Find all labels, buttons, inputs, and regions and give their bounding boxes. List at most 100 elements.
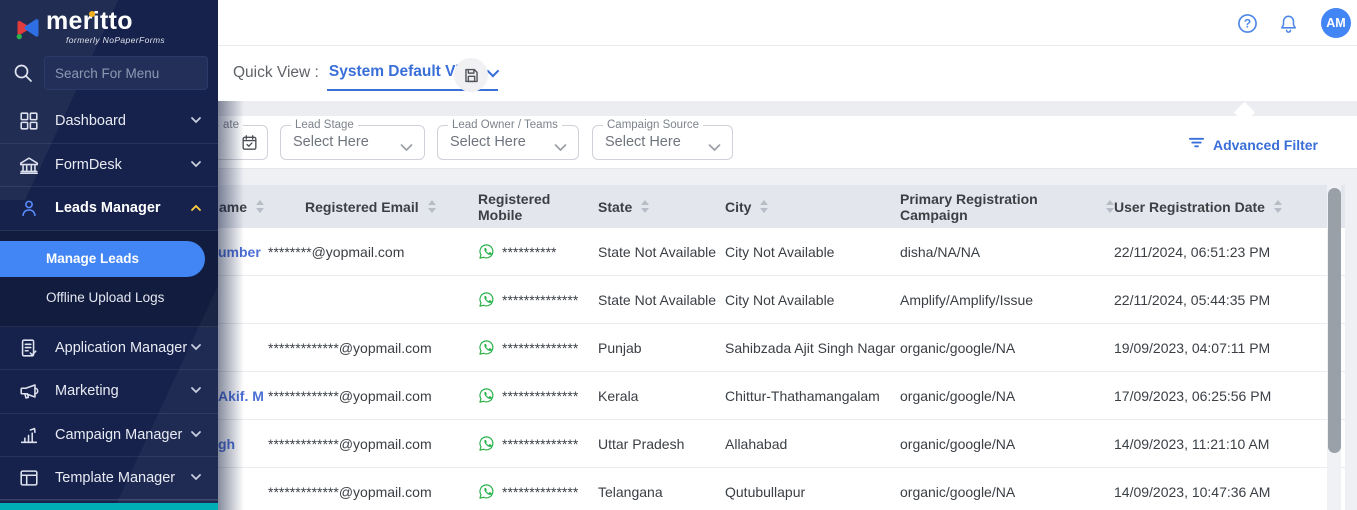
filter-value: Select Here [605,134,681,150]
column-label: Registered Email [305,199,419,215]
table-scrollbar[interactable] [1328,188,1341,453]
column-label: State [598,199,632,215]
sidebar-item-formdesk[interactable]: FormDesk [0,144,218,188]
column-label: City [725,199,751,215]
date-value: 22/11/2024, 06:51:23 PM [1114,244,1270,260]
svg-text:?: ? [1243,16,1250,30]
cell-state: Telangana [598,484,725,500]
sort-arrows-icon[interactable] [641,200,649,213]
state-value: State Not Available [598,292,716,308]
email-value: ********@yopmail.com [268,244,404,260]
cell-city: City Not Available [725,292,900,308]
calendar-icon [240,133,259,157]
table-row: umber********@yopmail.com**********State… [218,228,1345,276]
template-icon [18,467,40,489]
whatsapp-icon[interactable] [478,243,495,260]
brand-logo: meritto formerly NoPaperForms [12,5,212,47]
sidebar-submenu: Manage LeadsOffline Upload Logs [0,231,218,327]
chevron-down-icon [190,426,202,444]
sidebar: meritto formerly NoPaperForms Dashboard … [0,0,218,510]
chevron-down-icon [190,469,202,487]
table-row: gh*************@yopmail.com*************… [218,420,1345,468]
sidebar-item-campaign-manager[interactable]: Campaign Manager [0,414,218,458]
sidebar-subitem-offline-upload-logs[interactable]: Offline Upload Logs [0,280,218,316]
cell-state: Uttar Pradesh [598,436,725,452]
bell-icon[interactable] [1274,9,1302,37]
brand-i-dot [89,11,95,17]
topbar: ? AM [218,0,1357,46]
email-value: *************@yopmail.com [268,388,432,404]
sidebar-item-marketing[interactable]: Marketing [0,370,218,414]
sidebar-subitem-manage-leads[interactable]: Manage Leads [0,241,205,277]
column-header-user-registration-date[interactable]: User Registration Date [1114,185,1345,228]
formdesk-icon [18,154,40,176]
mobile-value: ************** [502,436,578,452]
sidebar-item-label: FormDesk [55,157,122,173]
cell-lead-name: gh [218,436,268,452]
cell-campaign: organic/google/NA [900,340,1114,356]
cell-registered-email: *************@yopmail.com [268,340,476,356]
table-row: **************State Not AvailableCity No… [218,276,1345,324]
column-header-ame[interactable]: ame [218,185,268,228]
column-header-state[interactable]: State [598,185,725,228]
mobile-value: ************** [502,388,578,404]
cell-registered-mobile: ************** [476,435,598,452]
lead-name-link[interactable]: Akif. M [218,388,264,404]
state-value: Telangana [598,484,663,500]
leads-table: ameRegistered EmailRegistered MobileStat… [218,185,1345,510]
sort-arrows-icon[interactable] [428,200,436,213]
filter-value: Select Here [450,134,526,150]
city-value: Chittur-Thathamangalam [725,388,880,404]
sort-arrows-icon[interactable] [760,200,768,213]
whatsapp-icon[interactable] [478,387,495,404]
column-header-primary-registration-campaign[interactable]: Primary Registration Campaign [900,185,1114,228]
help-icon[interactable]: ? [1233,9,1261,37]
sidebar-item-template-manager[interactable]: Template Manager [0,457,218,501]
lead-name-link[interactable]: gh [218,436,235,452]
advanced-filter-button[interactable]: Advanced Filter [1188,135,1318,155]
mobile-value: ************** [502,340,578,356]
column-header-registered-mobile[interactable]: Registered Mobile [476,185,598,228]
chevron-down-icon [190,382,202,400]
whatsapp-icon[interactable] [478,291,495,308]
city-value: Qutubullapur [725,484,805,500]
sidebar-item-leads-manager[interactable]: Leads Manager [0,187,218,231]
whatsapp-icon[interactable] [478,435,495,452]
cell-campaign: organic/google/NA [900,484,1114,500]
whatsapp-icon[interactable] [478,483,495,500]
whatsapp-icon[interactable] [478,339,495,356]
cell-registration-date: 14/09/2023, 11:21:10 AM [1114,436,1345,452]
table-row: *************@yopmail.com**************T… [218,468,1345,510]
cell-registered-mobile: ************** [476,387,598,404]
sidebar-item-application-manager[interactable]: Application Manager [0,327,218,371]
table-row: Akif. M*************@yopmail.com ********… [218,372,1345,420]
sidebar-item-label: Application Manager [55,340,187,356]
date-value: 14/09/2023, 11:21:10 AM [1114,436,1269,452]
city-value: Allahabad [725,436,787,452]
sidebar-search [0,52,218,94]
sidebar-nav: Dashboard FormDesk Leads Manager Manage … [0,100,218,501]
toolbar: Quick View : System Default View [218,46,1357,101]
column-header-registered-email[interactable]: Registered Email [268,185,476,228]
table-row: *************@yopmail.com**************P… [218,324,1345,372]
lead-name-link[interactable]: umber [218,244,261,260]
filter-lead-stage[interactable]: Lead Stage Select Here [280,125,425,160]
save-view-button[interactable] [454,58,488,92]
date-filter-label: ate [219,119,243,131]
filter-campaign-source[interactable]: Campaign Source Select Here [592,125,733,160]
avatar[interactable]: AM [1321,8,1351,38]
sort-arrows-icon[interactable] [256,200,264,213]
filter-lead-owner-teams[interactable]: Lead Owner / Teams Select Here [437,125,579,160]
sort-arrows-icon[interactable] [1106,200,1114,213]
sidebar-item-dashboard[interactable]: Dashboard [0,100,218,144]
filter-label: Campaign Source [603,119,703,131]
table-body: umber********@yopmail.com**********State… [218,228,1345,510]
column-header-city[interactable]: City [725,185,900,228]
search-menu-input[interactable] [44,56,208,90]
app-window: meritto formerly NoPaperForms Dashboard … [0,0,1357,510]
brand-tagline: formerly NoPaperForms [66,35,165,45]
sort-arrows-icon[interactable] [1274,200,1282,213]
cell-city: Sahibzada Ajit Singh Nagar [725,340,900,356]
sidebar-teal-strip [0,503,218,510]
campaign-value: Amplify/Amplify/Issue [900,292,1033,308]
